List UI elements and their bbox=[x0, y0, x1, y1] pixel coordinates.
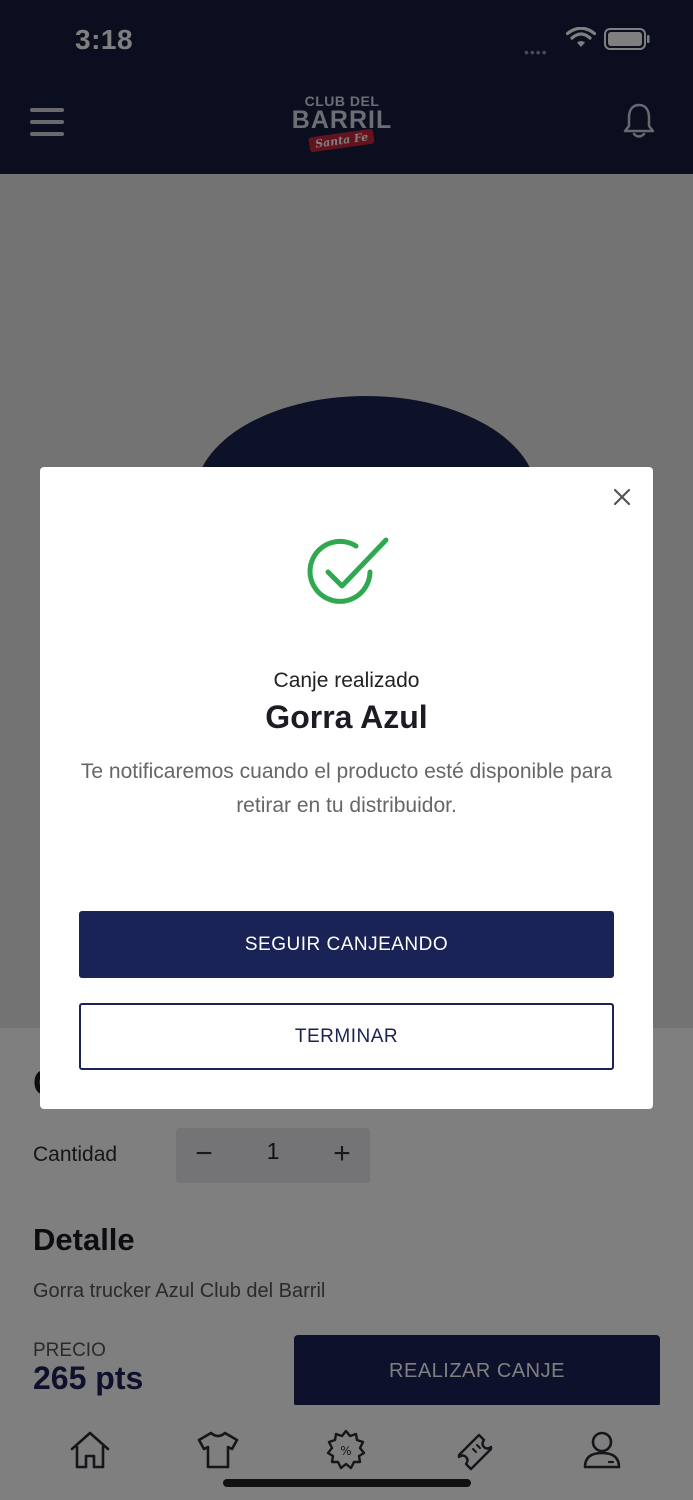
modal-message: Te notificaremos cuando el producto esté… bbox=[80, 760, 613, 817]
modal-subtitle: Canje realizado bbox=[273, 669, 420, 692]
continue-redeeming-button[interactable]: SEGUIR CANJEANDO bbox=[79, 911, 614, 978]
finish-button[interactable]: TERMINAR bbox=[79, 1003, 614, 1070]
close-icon[interactable] bbox=[608, 483, 636, 511]
modal-title: Gorra Azul bbox=[265, 699, 428, 735]
home-indicator bbox=[223, 1479, 471, 1487]
check-circle-icon bbox=[307, 537, 389, 604]
success-modal: Canje realizado Gorra Azul Te notificare… bbox=[40, 467, 653, 1109]
